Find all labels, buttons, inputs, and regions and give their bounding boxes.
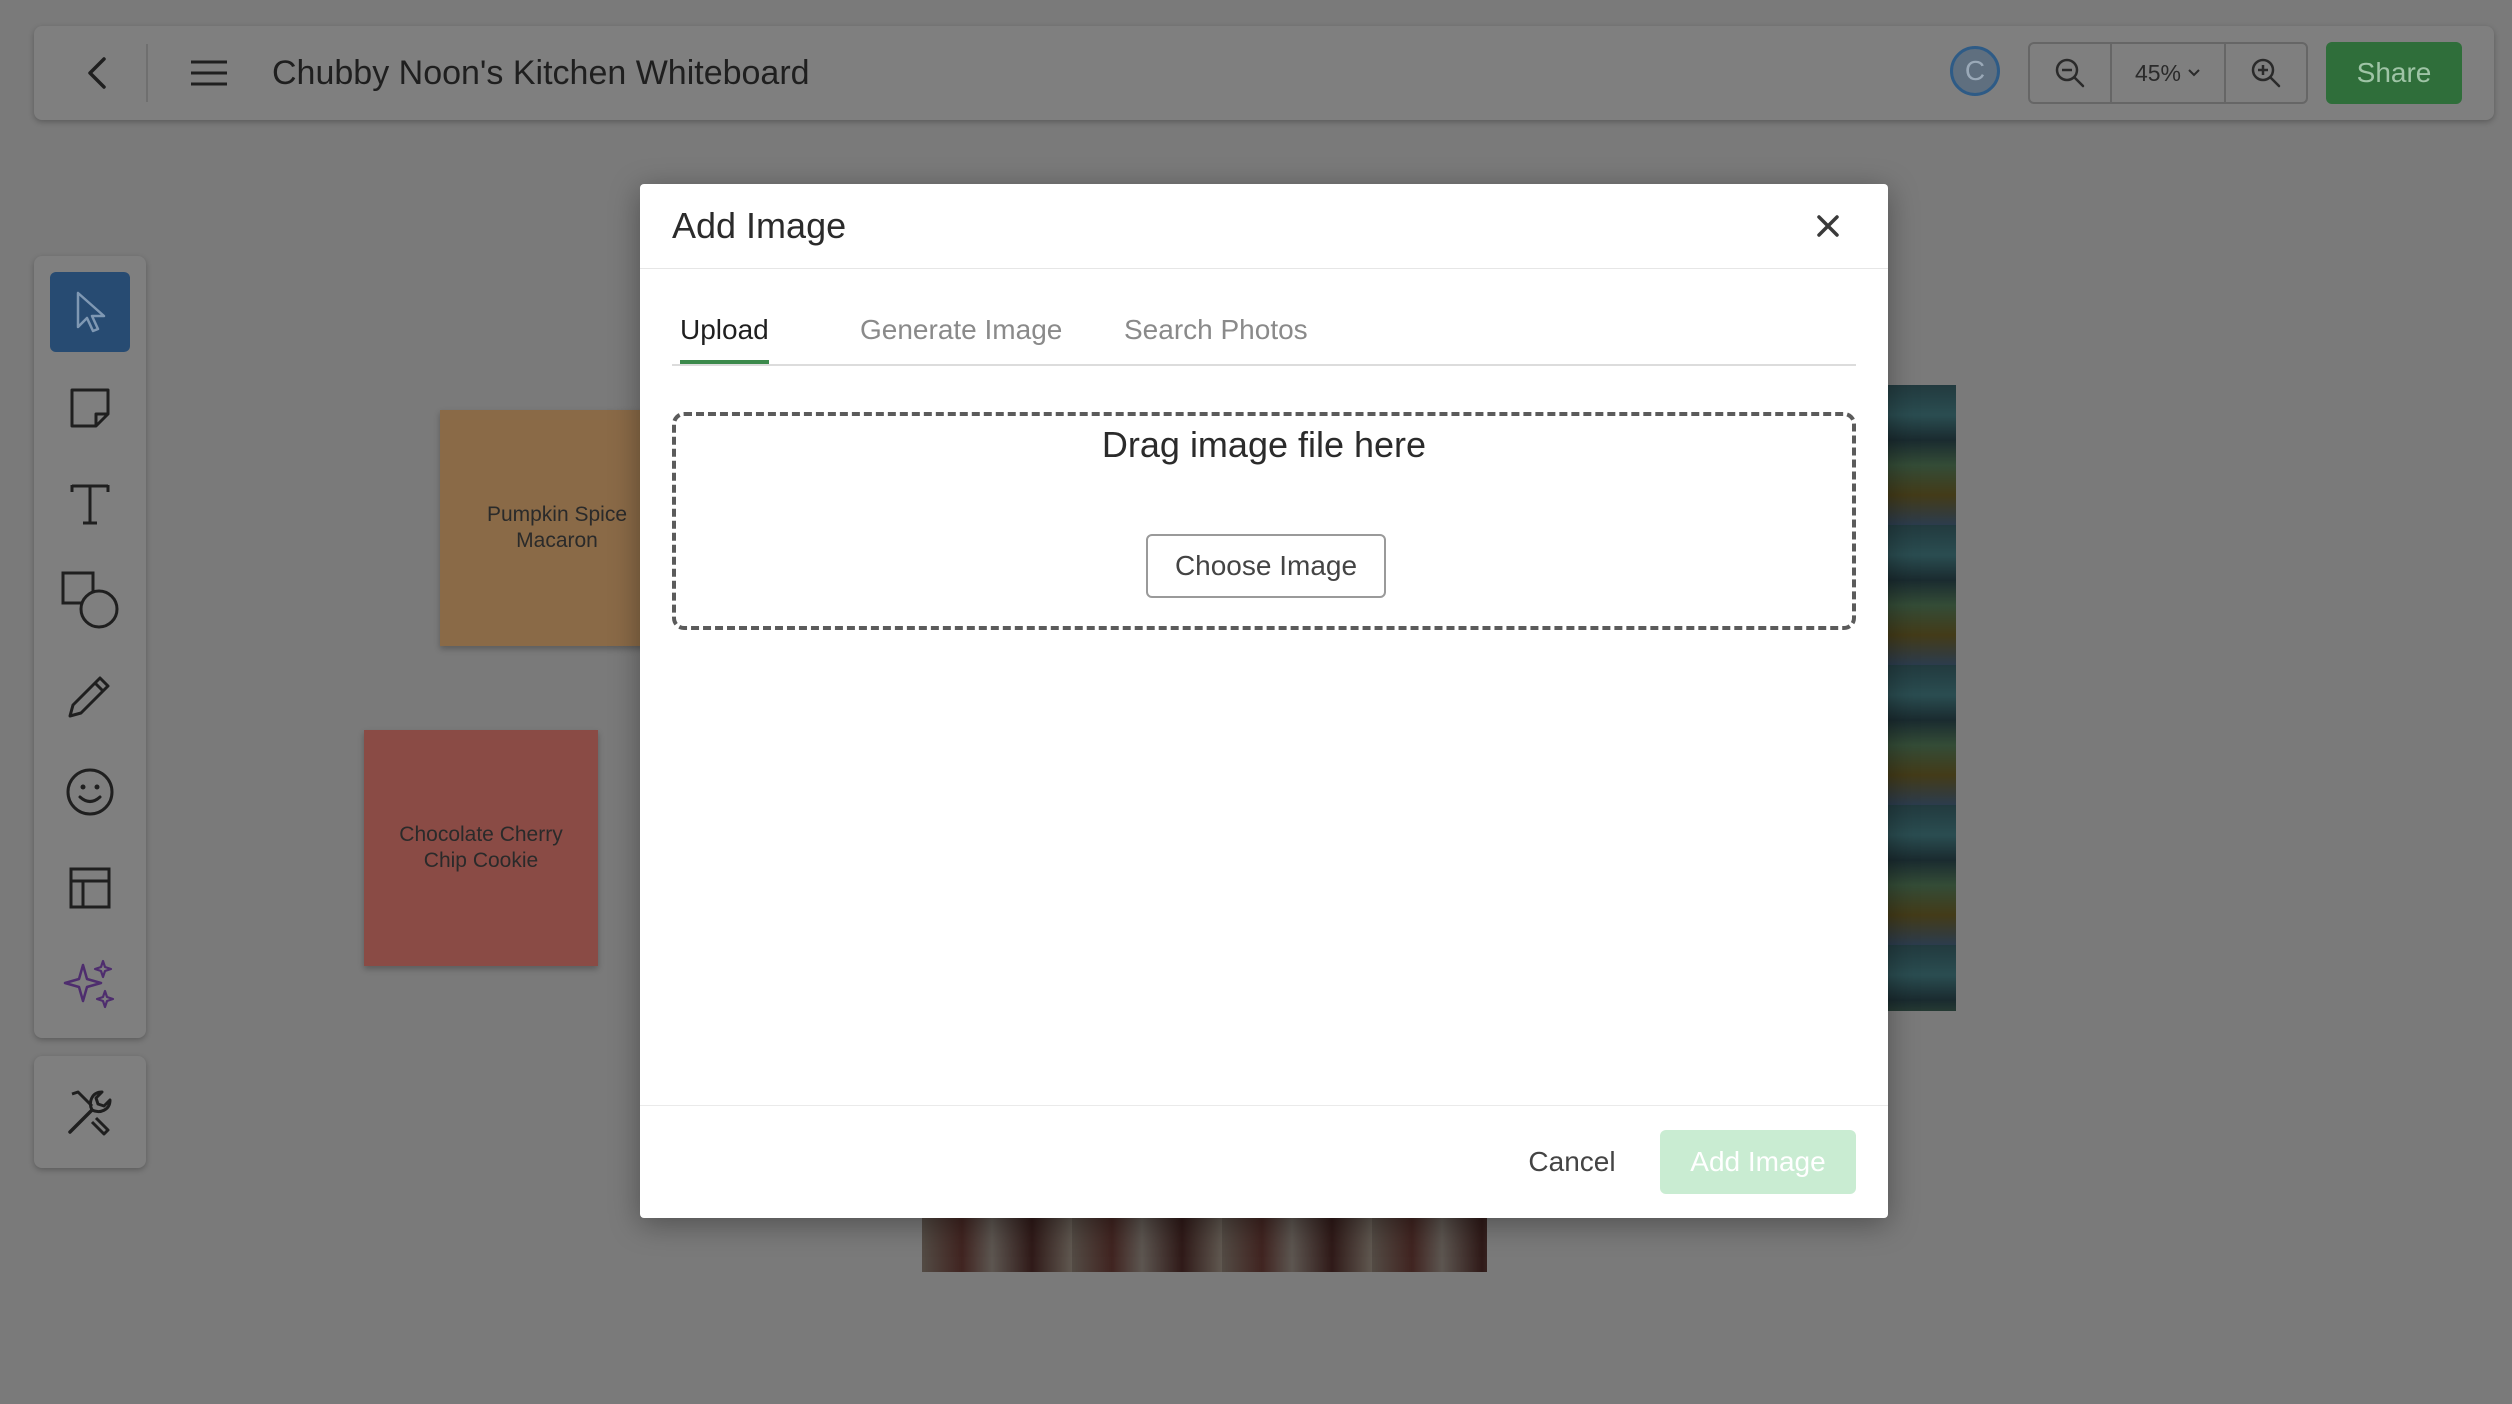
board-title[interactable]: Chubby Noon's Kitchen Whiteboard <box>272 48 810 98</box>
zoom-in-icon <box>2251 58 2281 88</box>
tools-icon <box>68 1090 112 1136</box>
dialog-footer: Cancel Add Image <box>640 1105 1888 1218</box>
tab-search-photos[interactable]: Search Photos <box>1124 308 1308 362</box>
shapes-tool-button[interactable] <box>50 560 130 640</box>
sticky-note-text: Chocolate Cherry Chip Cookie <box>399 823 563 872</box>
hamburger-icon <box>191 60 227 86</box>
macaron-photo[interactable] <box>1880 385 1956 1011</box>
cookie-photo[interactable] <box>922 1210 1487 1272</box>
image-dropzone[interactable]: Drag image file here Choose Image <box>672 412 1856 630</box>
zoom-out-button[interactable] <box>2030 44 2110 102</box>
shapes-icon <box>61 571 119 629</box>
ai-sparkle-icon <box>63 959 115 1009</box>
select-tool-button[interactable] <box>50 272 130 352</box>
divider <box>146 44 148 102</box>
ai-tool-button[interactable] <box>50 944 130 1024</box>
zoom-out-icon <box>2055 58 2085 88</box>
cursor-icon <box>76 291 106 333</box>
top-bar: Chubby Noon's Kitchen Whiteboard C 45% S <box>34 26 2494 120</box>
extra-tools-button[interactable] <box>34 1056 146 1168</box>
dialog-header: Add Image <box>640 184 1888 269</box>
template-tool-button[interactable] <box>50 848 130 928</box>
text-tool-button[interactable] <box>50 464 130 544</box>
sticky-note-pumpkin-spice-macaron[interactable]: Pumpkin Spice Macaron <box>440 410 674 646</box>
tab-generate-image[interactable]: Generate Image <box>860 308 1062 362</box>
zoom-in-button[interactable] <box>2226 44 2306 102</box>
text-icon <box>70 484 110 525</box>
sticky-note-text: Pumpkin Spice Macaron <box>486 503 628 552</box>
close-icon <box>1817 215 1839 237</box>
chevron-left-icon <box>88 57 106 89</box>
add-image-button[interactable]: Add Image <box>1660 1130 1856 1194</box>
pencil-icon <box>68 676 110 718</box>
menu-button[interactable] <box>182 48 236 98</box>
sticky-note-chocolate-cherry-chip-cookie[interactable]: Chocolate Cherry Chip Cookie <box>364 730 598 966</box>
back-button[interactable] <box>72 48 122 98</box>
image-source-tabs: Upload Generate Image Search Photos <box>672 308 1856 366</box>
tab-upload[interactable]: Upload <box>680 308 769 364</box>
pencil-tool-button[interactable] <box>50 656 130 736</box>
close-dialog-button[interactable] <box>1808 206 1848 246</box>
cancel-button[interactable]: Cancel <box>1504 1130 1640 1194</box>
dialog-title: Add Image <box>672 205 847 246</box>
share-button[interactable]: Share <box>2326 42 2462 104</box>
zoom-level-dropdown[interactable]: 45% <box>2110 44 2226 102</box>
template-icon <box>69 867 111 909</box>
dropzone-text: Drag image file here <box>1101 424 1427 465</box>
zoom-controls: 45% <box>2028 42 2308 104</box>
emoji-tool-button[interactable] <box>50 752 130 832</box>
sticky-note-tool-button[interactable] <box>50 368 130 448</box>
emoji-icon <box>66 768 114 816</box>
user-avatar[interactable]: C <box>1950 46 2000 96</box>
chevron-down-icon <box>2188 69 2200 77</box>
choose-image-button[interactable]: Choose Image <box>1146 534 1386 598</box>
sticky-note-icon <box>70 388 110 428</box>
zoom-level-value: 45% <box>2134 59 2182 86</box>
left-toolbar <box>34 256 146 1038</box>
add-image-dialog: Add Image Upload Generate Image Search P… <box>640 184 1888 1218</box>
